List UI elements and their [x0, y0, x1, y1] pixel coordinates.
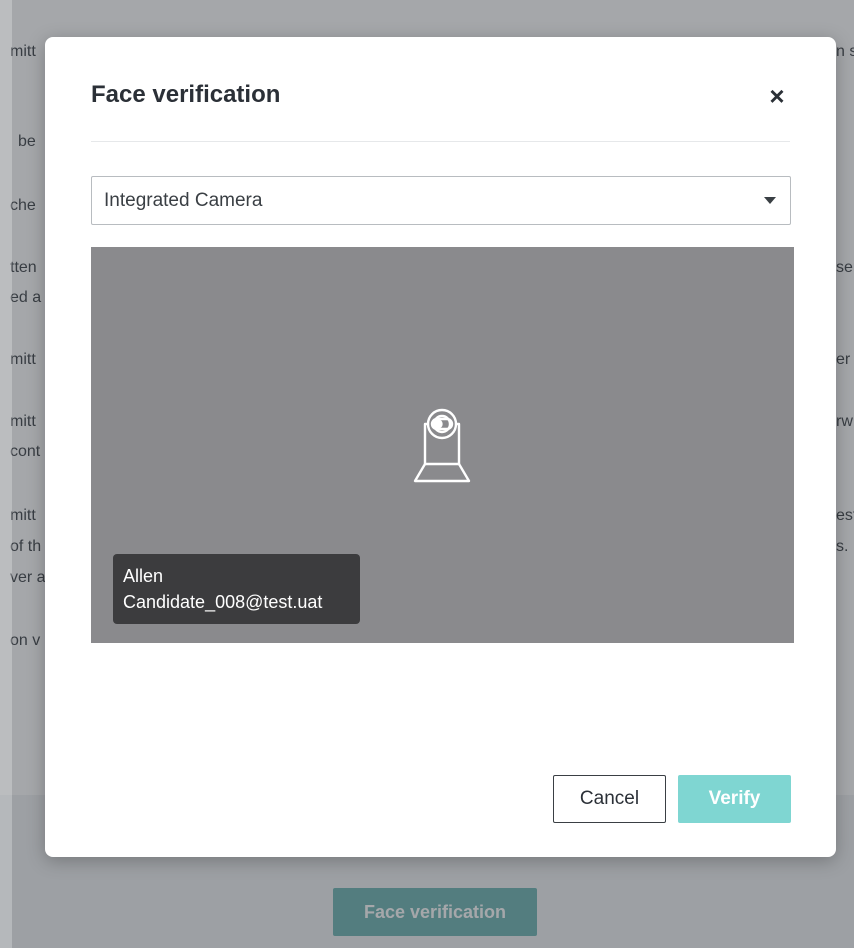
camera-preview: Allen Candidate_008@test.uat	[91, 247, 794, 643]
camera-select-value: Integrated Camera	[104, 189, 263, 211]
page-root: mitt be che tten ed a mitt mitt cont mit…	[0, 0, 854, 948]
camera-select[interactable]: Integrated Camera	[91, 176, 791, 225]
caret-down-icon	[764, 197, 776, 204]
side-strip	[0, 0, 12, 948]
candidate-email: Candidate_008@test.uat	[123, 592, 323, 612]
dialog-title: Face verification	[91, 81, 281, 108]
face-verification-dialog: Face verification × Integrated Camera Al…	[45, 37, 836, 857]
verify-button[interactable]: Verify	[678, 775, 791, 823]
header-divider	[91, 141, 790, 142]
cancel-button[interactable]: Cancel	[553, 775, 666, 823]
camera-off-icon	[413, 408, 471, 483]
candidate-name: Allen	[123, 566, 164, 586]
close-icon[interactable]: ×	[762, 81, 792, 111]
candidate-id-label: Allen Candidate_008@test.uat	[113, 554, 360, 624]
